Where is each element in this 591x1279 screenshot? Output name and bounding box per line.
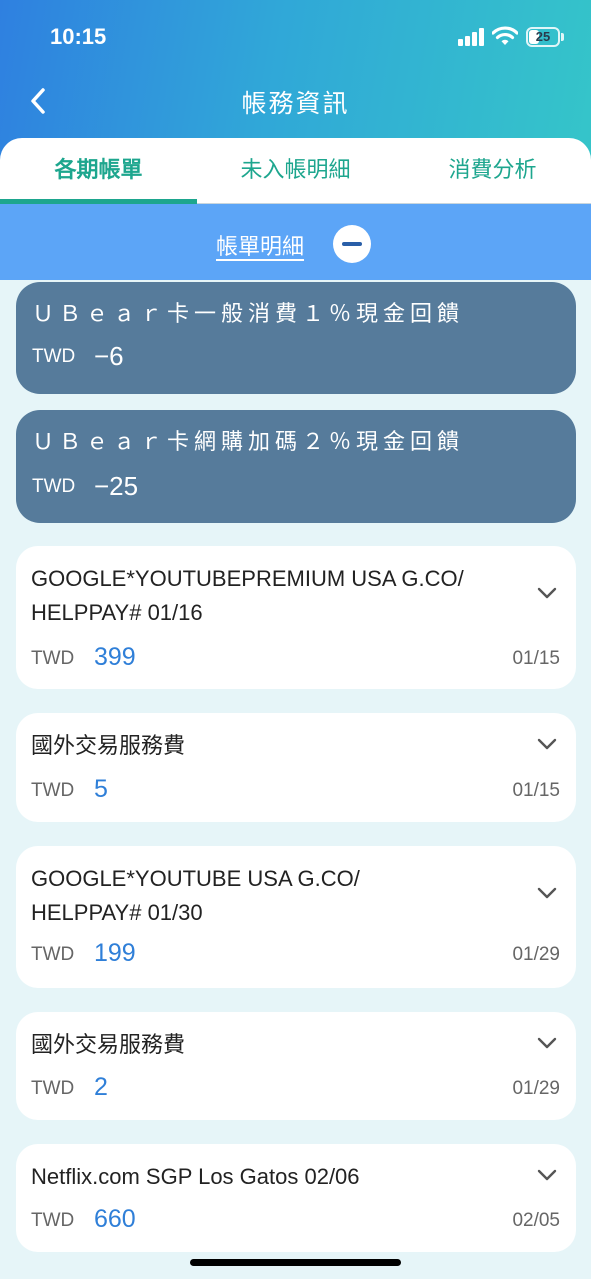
description-line: GOOGLE*YOUTUBEPREMIUM USA G.CO/: [31, 566, 464, 591]
status-time: 10:15: [50, 24, 107, 49]
transaction-currency: TWD: [31, 1210, 75, 1231]
transaction-amount: 2: [94, 1073, 108, 1101]
reward-amount: −25: [94, 471, 139, 501]
transaction-amount: 660: [94, 1205, 136, 1233]
tab-unposted-details[interactable]: 未入帳明細: [197, 138, 394, 204]
home-indicator[interactable]: [190, 1259, 401, 1266]
reward-amount: −6: [94, 341, 124, 371]
transaction-amount: 5: [94, 775, 108, 803]
tab-billing-periods[interactable]: 各期帳單: [0, 138, 197, 204]
description-line: 國外交易服務費: [31, 1032, 186, 1057]
chevron-down-icon[interactable]: [536, 886, 558, 900]
transaction-amount: 199: [94, 939, 136, 967]
description-line: Netflix.com SGP Los Gatos 02/06: [31, 1164, 360, 1189]
reward-card: ＵＢｅａｒ卡一般消費１％現金回饋 TWD −6: [16, 282, 576, 394]
page-title: 帳務資訊: [241, 89, 350, 118]
transaction-currency: TWD: [31, 780, 75, 801]
transaction-card[interactable]: 國外交易服務費 TWD 2 01/29: [16, 1012, 576, 1120]
transaction-date: 01/15: [512, 780, 560, 801]
reward-card: ＵＢｅａｒ卡網購加碼２％現金回饋 TWD −25: [16, 410, 576, 523]
battery-tip: [561, 33, 564, 41]
statement-details-link[interactable]: 帳單明細: [216, 229, 304, 261]
transaction-currency: TWD: [31, 1078, 75, 1099]
transaction-date: 01/29: [512, 1078, 560, 1099]
reward-title: ＵＢｅａｒ卡網購加碼２％現金回饋: [32, 430, 465, 455]
description-line: 國外交易服務費: [31, 733, 186, 758]
transaction-description: 國外交易服務費: [31, 729, 531, 763]
tab-spending-analysis[interactable]: 消費分析: [394, 138, 591, 204]
minus-circle-icon[interactable]: [333, 225, 371, 263]
transaction-description: 國外交易服務費: [31, 1028, 531, 1062]
transaction-description: GOOGLE*YOUTUBE USA G.CO/ HELPPAY# 01/30: [31, 862, 531, 930]
transaction-date: 01/15: [512, 648, 560, 669]
description-line: HELPPAY# 01/16: [31, 600, 203, 625]
chevron-down-icon[interactable]: [536, 1168, 558, 1182]
transaction-date: 02/05: [512, 1210, 560, 1231]
transaction-description: Netflix.com SGP Los Gatos 02/06: [31, 1160, 531, 1194]
signal-icon: [458, 28, 486, 46]
transaction-card[interactable]: GOOGLE*YOUTUBEPREMIUM USA G.CO/ HELPPAY#…: [16, 546, 576, 689]
transaction-amount: 399: [94, 643, 136, 671]
wifi-icon: [492, 26, 518, 45]
reward-title: ＵＢｅａｒ卡一般消費１％現金回饋: [32, 302, 465, 327]
description-line: GOOGLE*YOUTUBE USA G.CO/: [31, 866, 360, 891]
battery-icon: 25: [526, 27, 560, 47]
transaction-card[interactable]: Netflix.com SGP Los Gatos 02/06 TWD 660 …: [16, 1144, 576, 1252]
transaction-date: 01/29: [512, 944, 560, 965]
chevron-down-icon[interactable]: [536, 1036, 558, 1050]
description-line: HELPPAY# 01/30: [31, 900, 203, 925]
transaction-currency: TWD: [31, 648, 75, 669]
chevron-down-icon[interactable]: [536, 737, 558, 751]
tab-bar: 各期帳單 未入帳明細 消費分析: [0, 138, 591, 204]
transaction-card[interactable]: 國外交易服務費 TWD 5 01/15: [16, 713, 576, 822]
transaction-description: GOOGLE*YOUTUBEPREMIUM USA G.CO/ HELPPAY#…: [31, 562, 531, 630]
battery-level: 25: [535, 29, 551, 44]
transaction-card[interactable]: GOOGLE*YOUTUBE USA G.CO/ HELPPAY# 01/30 …: [16, 846, 576, 988]
reward-currency: TWD: [32, 476, 76, 497]
transaction-currency: TWD: [31, 944, 75, 965]
chevron-down-icon[interactable]: [536, 586, 558, 600]
reward-currency: TWD: [32, 346, 76, 367]
